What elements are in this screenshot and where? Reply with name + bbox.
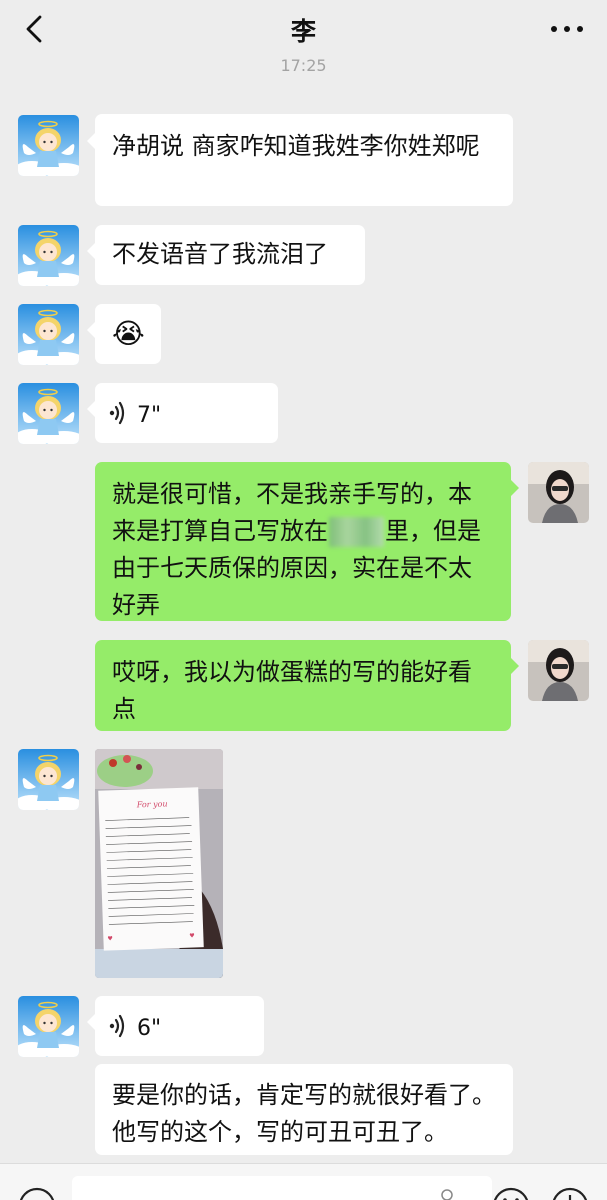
contact-avatar[interactable]	[18, 304, 79, 365]
voice-input-icon[interactable]	[17, 1186, 57, 1200]
voice-wave-icon	[109, 401, 125, 425]
contact-avatar[interactable]	[18, 749, 79, 810]
user-avatar[interactable]	[528, 462, 589, 523]
voice-message-bubble[interactable]: 6"	[95, 996, 264, 1056]
contact-avatar[interactable]	[18, 115, 79, 176]
contact-avatar[interactable]	[18, 996, 79, 1057]
message-bubble[interactable]: 要是你的话，肯定写的就很好看了。他写的这个，写的可丑可丑了。	[95, 1064, 513, 1155]
chat-title: 李	[290, 17, 316, 46]
more-dots-icon[interactable]	[549, 16, 585, 42]
message-bubble[interactable]: 就是很可惜，不是我亲手写的，本来是打算自己写放在 里，但是由于七天质保的原因，实在…	[95, 462, 511, 621]
svg-text:♥: ♥	[107, 935, 113, 942]
mic-icon	[441, 1189, 453, 1200]
photo-thumbnail[interactable]: For you ♥ ♥	[95, 749, 223, 978]
voice-wave-icon	[109, 1014, 125, 1038]
message-input[interactable]	[72, 1176, 492, 1200]
message-bubble[interactable]: 哎呀，我以为做蛋糕的写的能好看点	[95, 640, 511, 731]
voice-message-bubble[interactable]: 7"	[95, 383, 278, 443]
emoji-picker-icon[interactable]	[491, 1186, 531, 1200]
plus-icon[interactable]	[550, 1186, 590, 1200]
redacted-region	[329, 517, 384, 547]
contact-avatar[interactable]	[18, 225, 79, 286]
chat-header: 李	[0, 0, 607, 58]
message-timestamp: 17:25	[280, 56, 327, 72]
svg-text:♥: ♥	[189, 932, 195, 939]
user-avatar[interactable]	[528, 640, 589, 701]
message-bubble[interactable]: 净胡说 商家咋知道我姓李你姓郑呢	[95, 114, 513, 206]
voice-duration: 7"	[137, 403, 162, 428]
message-bubble[interactable]: 不发语音了我流泪了	[95, 225, 365, 285]
card-title: For you	[136, 799, 168, 809]
contact-avatar[interactable]	[18, 383, 79, 444]
voice-duration: 6"	[137, 1016, 162, 1041]
emoji-bubble[interactable]: 😭	[95, 304, 161, 364]
